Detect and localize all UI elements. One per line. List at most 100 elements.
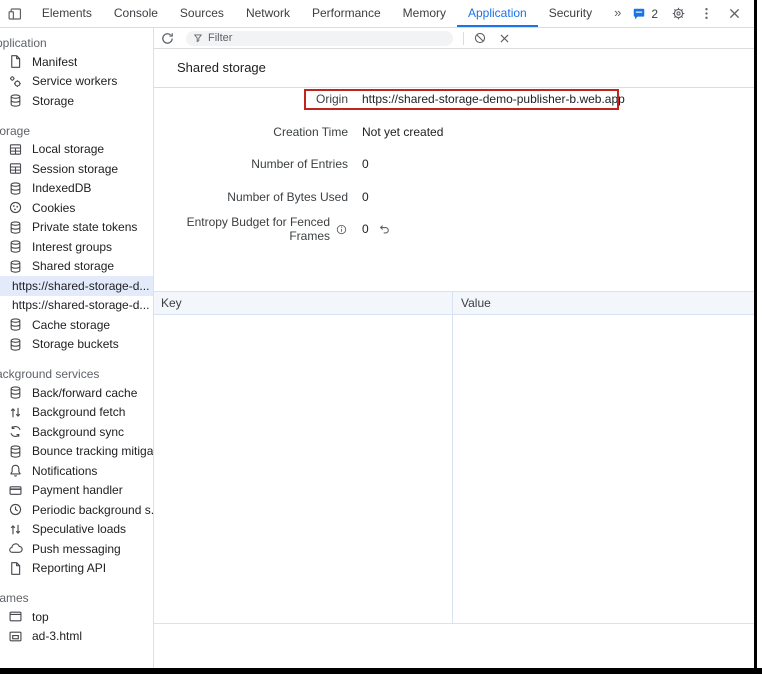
column-header-key[interactable]: Key — [154, 292, 453, 314]
info-icon[interactable] — [335, 223, 348, 236]
tab-elements[interactable]: Elements — [31, 0, 103, 27]
sidebar-item-cache-storage[interactable]: Cache storage — [0, 315, 154, 335]
database-icon — [8, 317, 23, 332]
tab-network[interactable]: Network — [235, 0, 301, 27]
sidebar-item-label: Local storage — [32, 142, 104, 156]
sidebar-item-label: top — [32, 610, 49, 624]
sidebar-item-cookies[interactable]: Cookies — [0, 198, 154, 218]
sidebar-item-background-fetch[interactable]: Background fetch — [0, 403, 154, 423]
sidebar-section-storage: Storage Local storage Session storage Index… — [0, 122, 154, 355]
sidebar-item-push-messaging[interactable]: Push messaging — [0, 539, 154, 559]
sidebar-section-title: Storage — [0, 122, 154, 140]
grid-key-cell-area — [154, 315, 453, 623]
refresh-icon[interactable] — [160, 31, 175, 46]
close-devtools-icon[interactable] — [727, 6, 742, 21]
grid-body — [154, 315, 754, 624]
sidebar-item-label: Notifications — [32, 464, 97, 478]
sidebar-item-ad-3-html[interactable]: ad-3.html — [0, 627, 154, 647]
document-icon — [8, 561, 23, 576]
sidebar-item-https-shared-storage-d[interactable]: https://shared-storage-d... — [0, 296, 154, 316]
iframe-icon — [8, 629, 23, 644]
sidebar-item-service-workers[interactable]: Service workers — [0, 72, 154, 92]
tab-memory[interactable]: Memory — [392, 0, 457, 27]
cookie-icon — [8, 200, 23, 215]
sidebar-item-speculative-loads[interactable]: Speculative loads — [0, 520, 154, 540]
sidebar-item-label: https://shared-storage-d... — [12, 298, 149, 312]
field-label-text: Creation Time — [273, 125, 348, 139]
issues-button[interactable]: 2 — [632, 7, 658, 21]
panel-toolbar — [154, 28, 754, 49]
field-row-number-of-bytes-used: Number of Bytes Used 0 — [154, 181, 754, 214]
window-right-edge — [754, 0, 757, 668]
devtools-tabbar: ElementsConsoleSourcesNetworkPerformance… — [0, 0, 754, 28]
sidebar-item-session-storage[interactable]: Session storage — [0, 159, 154, 179]
tab-performance[interactable]: Performance — [301, 0, 392, 27]
up-down-arrows-icon — [8, 405, 23, 420]
kebab-menu-icon[interactable] — [699, 6, 714, 21]
toggle-device-toolbar-icon[interactable] — [8, 6, 23, 22]
sidebar-item-payment-handler[interactable]: Payment handler — [0, 481, 154, 501]
toolbar-separator — [463, 32, 464, 45]
sidebar-item-storage[interactable]: Storage — [0, 91, 154, 111]
sidebar-item-label: Manifest — [32, 55, 77, 69]
sidebar-item-storage-buckets[interactable]: Storage buckets — [0, 335, 154, 355]
sidebar-section-title: Frames — [0, 589, 154, 607]
devtools-body: ApplicationManifestService workersStorag… — [0, 28, 754, 668]
sidebar-item-label: Back/forward cache — [32, 386, 137, 400]
tab-console[interactable]: Console — [103, 0, 169, 27]
sidebar-item-background-sync[interactable]: Background sync — [0, 422, 154, 442]
sidebar-section-background-services: Background services Back/forward cache Bac… — [0, 365, 154, 578]
sidebar-item-label: Storage — [32, 94, 74, 108]
more-tabs-button[interactable]: » — [603, 0, 632, 27]
sidebar-item-manifest[interactable]: Manifest — [0, 52, 154, 72]
column-header-value[interactable]: Value — [453, 292, 754, 314]
sidebar-item-label: https://shared-storage-d... — [12, 279, 149, 293]
tab-application[interactable]: Application — [457, 0, 538, 27]
sidebar-item-back-forward-cache[interactable]: Back/forward cache — [0, 383, 154, 403]
field-value: 0 — [362, 190, 369, 204]
filter-input[interactable] — [208, 31, 453, 46]
field-label-text: Entropy Budget for Fenced Frames — [154, 215, 330, 243]
table-icon — [8, 161, 23, 176]
settings-gear-icon[interactable] — [671, 6, 686, 21]
sidebar-item-top[interactable]: top — [0, 607, 154, 627]
sidebar-item-label: Session storage — [32, 162, 118, 176]
sidebar-item-label: ad-3.html — [32, 629, 82, 643]
sidebar-item-label: Periodic background s... — [32, 503, 154, 517]
sidebar-section-application: ApplicationManifestService workersStorag… — [0, 34, 154, 111]
sidebar-item-interest-groups[interactable]: Interest groups — [0, 237, 154, 257]
sidebar-item-https-shared-storage-d[interactable]: https://shared-storage-d... — [0, 276, 154, 296]
sidebar-item-label: Private state tokens — [32, 220, 137, 234]
sidebar-item-reporting-api[interactable]: Reporting API — [0, 559, 154, 579]
field-value: 0 — [362, 222, 369, 236]
sidebar-item-periodic-background-s[interactable]: Periodic background s... — [0, 500, 154, 520]
delete-selected-icon[interactable] — [498, 32, 511, 45]
sidebar-item-label: Service workers — [32, 74, 117, 88]
database-icon — [8, 337, 23, 352]
database-icon — [8, 444, 23, 459]
sync-icon — [8, 424, 23, 439]
database-icon — [8, 220, 23, 235]
issues-count: 2 — [651, 7, 658, 21]
sidebar-item-local-storage[interactable]: Local storage — [0, 140, 154, 160]
field-label-text: Origin — [316, 92, 348, 106]
tab-sources[interactable]: Sources — [169, 0, 235, 27]
sidebar-item-notifications[interactable]: Notifications — [0, 461, 154, 481]
sidebar-item-shared-storage[interactable]: Shared storage — [0, 257, 154, 277]
sidebar-item-bounce-tracking-mitiga[interactable]: Bounce tracking mitiga... — [0, 442, 154, 462]
clear-all-icon[interactable] — [473, 31, 487, 45]
frame-icon — [8, 609, 23, 624]
sidebar-item-label: Push messaging — [32, 542, 121, 556]
sidebar-item-label: Payment handler — [32, 483, 123, 497]
reset-budget-icon[interactable] — [378, 223, 391, 236]
database-icon — [8, 385, 23, 400]
field-label: Number of Bytes Used — [154, 190, 348, 204]
tab-security[interactable]: Security — [538, 0, 603, 27]
sidebar-section-frames: Frames top ad-3.html — [0, 589, 154, 646]
shared-storage-panel: Shared storage Originhttps://shared-stor… — [154, 28, 754, 668]
sidebar-item-private-state-tokens[interactable]: Private state tokens — [0, 218, 154, 238]
sidebar-section-title: Background services — [0, 365, 154, 383]
field-row-number-of-entries: Number of Entries0 — [154, 148, 754, 181]
field-row-creation-time: Creation TimeNot yet created — [154, 116, 754, 149]
sidebar-item-indexeddb[interactable]: IndexedDB — [0, 179, 154, 199]
